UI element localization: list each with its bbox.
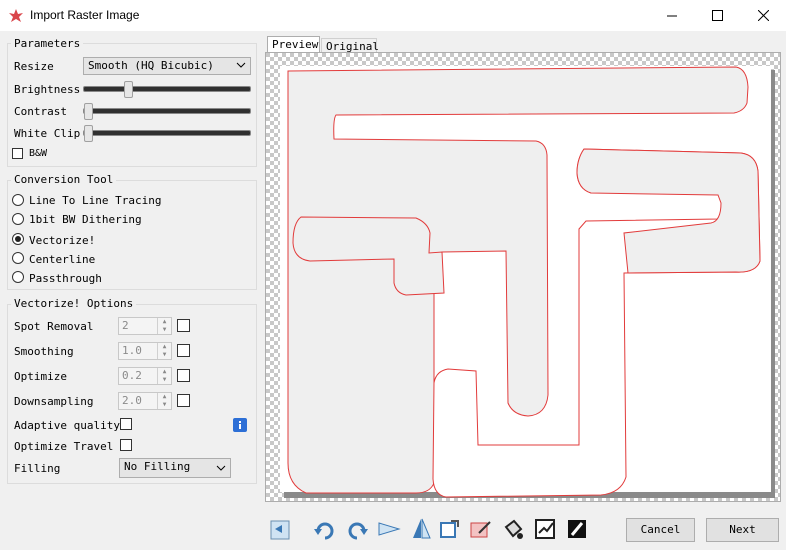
spin-up-icon[interactable]: ▲	[157, 393, 171, 401]
contrast-slider[interactable]	[83, 108, 251, 114]
back-icon[interactable]	[268, 517, 292, 541]
brightness-slider-thumb[interactable]	[123, 81, 133, 98]
window-title: Import Raster Image	[30, 8, 140, 22]
adaptive-quality-checkbox[interactable]	[120, 418, 132, 430]
maximize-icon	[711, 10, 723, 21]
crop-icon[interactable]	[437, 517, 461, 541]
spin-down-icon[interactable]: ▼	[157, 326, 171, 334]
contrast-label: Contrast	[14, 105, 67, 118]
radio-centerline[interactable]	[12, 252, 24, 264]
spot-removal-stepper[interactable]: 2 ▲ ▼	[118, 317, 172, 335]
adaptive-quality-label: Adaptive quality	[14, 419, 120, 432]
spot-removal-checkbox[interactable]	[177, 319, 190, 332]
optimize-checkbox[interactable]	[177, 369, 190, 382]
rotate-left-icon[interactable]	[313, 517, 337, 541]
preview-panel	[265, 52, 781, 502]
resize-select[interactable]: Smooth (HQ Bicubic)	[83, 57, 251, 75]
spin-up-icon[interactable]: ▲	[157, 368, 171, 376]
parameters-title: Parameters	[11, 37, 84, 50]
spin-down-icon[interactable]: ▼	[157, 401, 171, 409]
optimize-value: 0.2	[122, 369, 142, 382]
smoothing-checkbox[interactable]	[177, 344, 190, 357]
downsampling-stepper[interactable]: 2.0 ▲ ▼	[118, 392, 172, 410]
optimize-stepper[interactable]: 0.2 ▲ ▼	[118, 367, 172, 385]
brightness-label: Brightness	[14, 83, 81, 96]
conversion-title: Conversion Tool	[11, 173, 117, 186]
tab-preview[interactable]: Preview	[267, 36, 320, 52]
spin-up-icon[interactable]: ▲	[157, 343, 171, 351]
radio-line-tracing[interactable]	[12, 194, 24, 206]
close-button[interactable]	[740, 0, 786, 31]
bucket-icon[interactable]	[501, 517, 525, 541]
downsampling-value: 2.0	[122, 394, 142, 407]
whiteclip-slider[interactable]	[83, 130, 251, 136]
radio-vectorize-label: Vectorize!	[29, 234, 96, 247]
optimize-travel-checkbox[interactable]	[120, 439, 132, 451]
minimize-icon	[667, 15, 677, 16]
radio-vectorize[interactable]	[12, 233, 24, 245]
minimize-button[interactable]	[649, 0, 695, 31]
select-icon[interactable]	[533, 517, 557, 541]
edit-icon[interactable]	[469, 517, 493, 541]
radio-centerline-label: Centerline	[29, 253, 96, 266]
radio-bw-dithering[interactable]	[12, 213, 24, 225]
bw-label: B&W	[29, 148, 48, 159]
title-bar: Import Raster Image	[0, 0, 786, 31]
resize-value: Smooth (HQ Bicubic)	[88, 59, 214, 72]
bw-checkbox[interactable]	[12, 148, 23, 159]
cancel-button[interactable]: Cancel	[626, 518, 695, 542]
filling-value: No Filling	[124, 460, 191, 473]
spin-down-icon[interactable]: ▼	[157, 376, 171, 384]
downsampling-checkbox[interactable]	[177, 394, 190, 407]
radio-line-tracing-label: Line To Line Tracing	[29, 194, 162, 207]
smoothing-label: Smoothing	[14, 345, 74, 358]
radio-passthrough[interactable]	[12, 271, 24, 283]
vectorize-options-title: Vectorize! Options	[11, 297, 137, 310]
spot-removal-label: Spot Removal	[14, 320, 94, 333]
flip-vertical-icon[interactable]	[409, 517, 433, 541]
spin-down-icon[interactable]: ▼	[157, 351, 171, 359]
info-icon[interactable]	[233, 418, 247, 432]
optimize-label: Optimize	[14, 370, 67, 383]
close-icon	[757, 10, 769, 21]
spin-up-icon[interactable]: ▲	[157, 318, 171, 326]
filling-select[interactable]: No Filling	[119, 458, 231, 478]
filling-label: Filling	[14, 462, 61, 475]
maximize-button[interactable]	[694, 0, 740, 31]
chevron-down-icon	[236, 62, 246, 68]
smoothing-value: 1.0	[122, 344, 142, 357]
downsampling-label: Downsampling	[14, 395, 94, 408]
rotate-right-icon[interactable]	[345, 517, 369, 541]
brightness-slider[interactable]	[83, 86, 251, 92]
contrast-slider-thumb[interactable]	[84, 103, 93, 120]
smoothing-stepper[interactable]: 1.0 ▲ ▼	[118, 342, 172, 360]
spot-removal-value: 2	[122, 319, 129, 332]
app-leaf-icon	[9, 9, 23, 22]
optimize-travel-label: Optimize Travel	[14, 440, 114, 453]
flip-horizontal-icon[interactable]	[377, 517, 401, 541]
radio-passthrough-label: Passthrough	[29, 272, 102, 285]
whiteclip-label: White Clip	[14, 127, 81, 140]
next-button[interactable]: Next	[706, 518, 779, 542]
whiteclip-slider-thumb[interactable]	[84, 125, 93, 142]
resize-label: Resize	[14, 60, 54, 73]
invert-icon[interactable]	[565, 517, 589, 541]
radio-bw-dithering-label: 1bit BW Dithering	[29, 213, 142, 226]
chevron-down-icon	[216, 465, 226, 471]
preview-canvas	[266, 53, 780, 501]
